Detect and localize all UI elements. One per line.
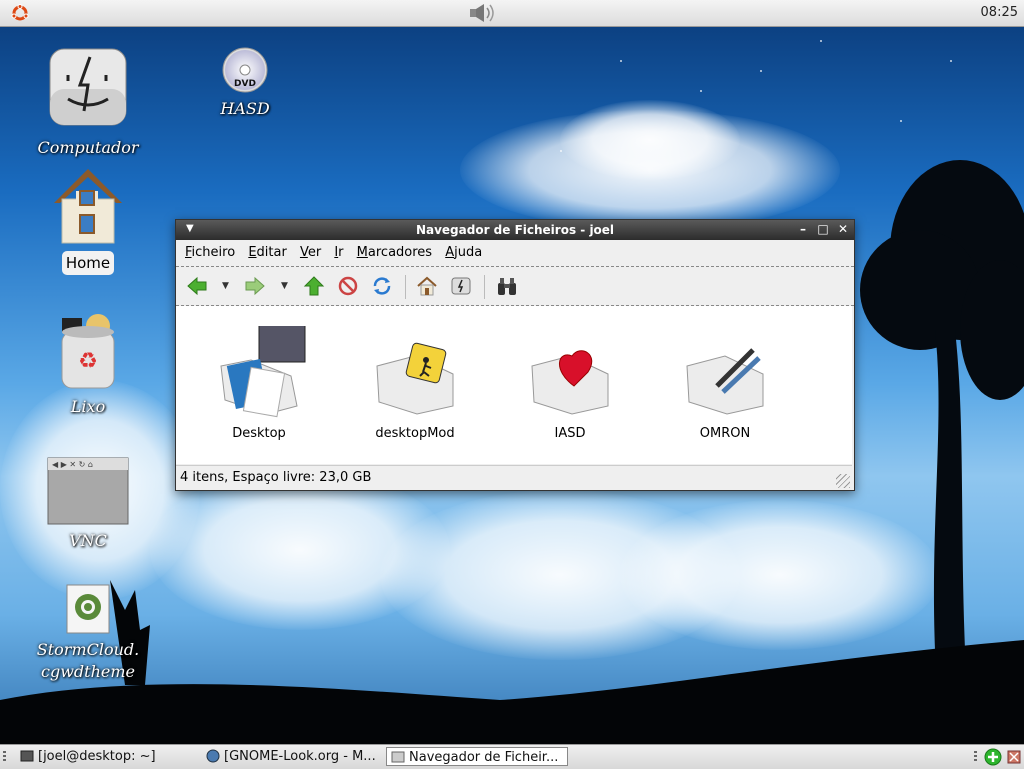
statusbar: 4 itens, Espaço livre: 23,0 GB — [176, 465, 852, 490]
stop-icon[interactable] — [337, 275, 359, 297]
forward-history-chevron-down-icon[interactable]: ▼ — [281, 281, 288, 291]
file-item-desktop[interactable]: Desktop — [204, 323, 314, 441]
file-manager-icon — [391, 751, 405, 763]
desktop-icon-label: StormCloud. — [36, 640, 140, 659]
desktop-icon-hasd[interactable]: DVD HASD — [190, 46, 300, 120]
theme-file-icon — [66, 584, 110, 634]
file-manager-window: ▼ Navegador de Ficheiros - joel – □ ✕ Fi… — [175, 219, 855, 491]
desktop-icon-lixo[interactable]: ♻ Lixo — [33, 310, 143, 418]
desktop-icon-label: Computador — [37, 138, 139, 157]
back-history-chevron-down-icon[interactable]: ▼ — [222, 281, 229, 291]
desktop-icon-label-line2: cgwdtheme — [41, 662, 135, 681]
computer-icon[interactable] — [450, 275, 472, 297]
desktop-icon-label: HASD — [220, 99, 270, 118]
menu-ficheiro[interactable]: Ficheiro — [185, 240, 235, 260]
svg-text:◀ ▶ ✕ ↻ ⌂: ◀ ▶ ✕ ↻ ⌂ — [52, 460, 93, 469]
toolbar-separator — [484, 275, 485, 299]
task-terminal[interactable]: [joel@desktop: ~] — [16, 747, 218, 766]
window-titlebar[interactable]: ▼ Navegador de Ficheiros - joel – □ ✕ — [176, 220, 854, 240]
reload-icon[interactable] — [371, 275, 393, 297]
close-icon[interactable]: ✕ — [836, 222, 850, 236]
trash-icon: ♻ — [61, 314, 115, 389]
file-item-desktopmod[interactable]: desktopMod — [360, 326, 470, 441]
desktop-icon-label: Lixo — [70, 397, 106, 416]
menu-editar[interactable]: Editar — [248, 240, 287, 260]
resize-grip[interactable] — [836, 474, 850, 488]
menubar: Ficheiro Editar Ver Ir Marcadores Ajuda — [176, 240, 854, 267]
favorite-folder-icon — [531, 350, 609, 415]
toolbar-separator — [405, 275, 406, 299]
clock[interactable]: 08:25 — [981, 5, 1018, 20]
desktop-icon-computador[interactable]: Computador — [33, 45, 143, 159]
home-icon[interactable] — [416, 275, 438, 297]
minimize-icon[interactable]: – — [796, 222, 810, 236]
bottom-panel: [joel@desktop: ~] [GNOME-Look.org - M...… — [0, 744, 1024, 769]
documents-folder-icon — [220, 323, 306, 418]
file-item-label: IASD — [554, 426, 586, 441]
vnc-window-icon: ◀ ▶ ✕ ↻ ⌂ — [47, 457, 129, 525]
search-binoculars-icon[interactable] — [496, 275, 518, 297]
task-browser[interactable]: [GNOME-Look.org - M... — [202, 747, 404, 766]
terminal-icon — [20, 750, 34, 762]
menu-marcadores[interactable]: Marcadores — [357, 240, 432, 260]
computer-finder-icon — [49, 48, 127, 126]
file-item-label: desktopMod — [375, 426, 455, 441]
status-text: 4 itens, Espaço livre: 23,0 GB — [180, 470, 372, 485]
menu-ir[interactable]: Ir — [334, 240, 343, 260]
file-item-label: Desktop — [232, 426, 286, 441]
trash-applet-icon[interactable] — [1006, 749, 1022, 765]
panel-handle[interactable] — [974, 751, 977, 763]
task-label: Navegador de Ficheir... — [409, 750, 559, 765]
file-item-label: OMRON — [699, 426, 751, 441]
up-icon[interactable] — [303, 275, 325, 297]
maximize-icon[interactable]: □ — [816, 222, 830, 236]
window-title: Navegador de Ficheiros - joel — [415, 223, 615, 237]
file-view: Desktop desktopMod IASD OMRON — [176, 306, 852, 464]
toolbar: ▼ ▼ — [176, 267, 854, 306]
desktop-icon-vnc[interactable]: ◀ ▶ ✕ ↻ ⌂ VNC — [33, 456, 143, 552]
menu-ajuda[interactable]: Ajuda — [445, 240, 482, 260]
desktop-icon-label: VNC — [69, 531, 107, 550]
menu-ver[interactable]: Ver — [300, 240, 321, 260]
task-label: [GNOME-Look.org - M... — [224, 749, 376, 764]
globe-icon — [206, 749, 220, 763]
svg-text:DVD: DVD — [234, 79, 256, 89]
panel-handle[interactable] — [3, 751, 6, 763]
volume-icon[interactable] — [464, 2, 500, 24]
dvd-icon: DVD — [222, 47, 268, 93]
top-panel: 08:25 — [0, 0, 1024, 27]
add-workspace-icon[interactable] — [984, 748, 1002, 766]
home-icon — [54, 169, 122, 244]
desktop-icon-home[interactable]: Home — [33, 163, 143, 275]
task-label: [joel@desktop: ~] — [38, 749, 156, 764]
forward-icon[interactable] — [244, 275, 266, 297]
file-item-omron[interactable]: OMRON — [670, 326, 780, 441]
pen-folder-icon — [686, 348, 764, 415]
file-item-iasd[interactable]: IASD — [515, 326, 625, 441]
desktop-icon-stormcloud[interactable]: StormCloud. cgwdtheme — [33, 583, 143, 683]
svg-text:♻: ♻ — [78, 349, 98, 374]
back-icon[interactable] — [186, 275, 208, 297]
task-file-manager[interactable]: Navegador de Ficheir... — [386, 747, 568, 766]
public-folder-icon — [376, 342, 454, 415]
ubuntu-logo-icon[interactable] — [11, 4, 29, 22]
desktop-icon-label: Home — [61, 251, 115, 275]
